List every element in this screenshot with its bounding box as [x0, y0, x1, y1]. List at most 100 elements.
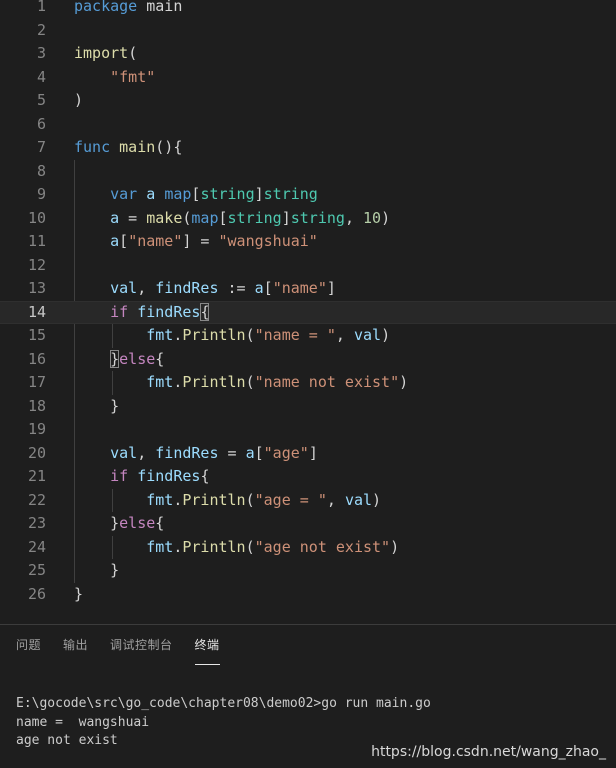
code-token: , — [137, 443, 156, 462]
code-line[interactable]: 22 fmt.Println("age = ", val) — [0, 489, 616, 513]
code-line[interactable]: 18 } — [0, 395, 616, 419]
code-token: fmt — [146, 537, 174, 556]
code-text[interactable]: package main — [74, 0, 182, 19]
code-text[interactable]: if findRes{ — [74, 465, 209, 489]
code-line[interactable]: 19 — [0, 418, 616, 442]
code-token: Println — [182, 537, 246, 556]
code-token: var — [110, 185, 138, 203]
code-text[interactable]: }else{ — [74, 348, 164, 372]
line-number: 8 — [36, 161, 46, 180]
code-token: findRes — [137, 302, 201, 321]
code-token: make — [146, 208, 183, 227]
code-token: ) — [372, 490, 382, 509]
code-text[interactable]: val, findRes = a["age"] — [74, 442, 318, 466]
code-token: } — [74, 396, 120, 415]
code-token: ] — [254, 185, 264, 203]
panel-tabs: 问题 输出 调试控制台 终端 — [16, 635, 220, 665]
code-token: (){ — [155, 138, 183, 156]
code-token: Println — [182, 490, 246, 509]
code-line[interactable]: 25 } — [0, 559, 616, 583]
code-text[interactable]: ) — [74, 89, 83, 113]
code-text[interactable]: }else{ — [74, 512, 164, 536]
tab-problems[interactable]: 问题 — [16, 635, 41, 665]
code-line[interactable]: 11 a["name"] = "wangshuai" — [0, 230, 616, 254]
code-token: a — [146, 185, 156, 203]
code-text[interactable]: fmt.Println("age = ", val) — [74, 489, 381, 513]
code-text[interactable]: var a map[string]string — [74, 183, 318, 207]
code-line[interactable]: 21 if findRes{ — [0, 465, 616, 489]
line-number: 18 — [27, 396, 46, 415]
code-line[interactable]: 3 import( — [0, 42, 616, 66]
code-line[interactable]: 14 if findRes{ — [0, 300, 616, 325]
code-text[interactable]: func main(){ — [74, 136, 182, 160]
code-token: package — [74, 0, 138, 15]
code-token: { — [155, 514, 165, 532]
code-token: a — [254, 279, 264, 297]
code-line[interactable]: 24 fmt.Println("age not exist") — [0, 536, 616, 560]
code-token: string — [200, 185, 255, 203]
code-text[interactable]: } — [74, 559, 119, 583]
code-text[interactable]: fmt.Println("name not exist") — [74, 371, 408, 395]
code-token: "name" — [272, 279, 327, 297]
code-line[interactable]: 23 }else{ — [0, 512, 616, 536]
code-line[interactable]: 10 a = make(map[string]string, 10) — [0, 207, 616, 231]
line-number: 24 — [27, 537, 46, 556]
code-token: "fmt" — [110, 67, 156, 86]
line-number: 3 — [36, 44, 46, 62]
tab-terminal[interactable]: 终端 — [194, 635, 220, 665]
code-line[interactable]: 7 func main(){ — [0, 136, 616, 160]
code-token: a — [245, 443, 255, 462]
code-token: "age not exist" — [254, 537, 391, 556]
code-text[interactable]: } — [74, 395, 119, 419]
code-token: , — [335, 326, 354, 344]
code-line[interactable]: 26} — [0, 583, 616, 607]
code-token: Println — [182, 373, 246, 391]
tab-output[interactable]: 输出 — [63, 635, 88, 665]
code-text[interactable]: fmt.Println("name = ", val) — [74, 324, 390, 348]
code-token: val — [110, 443, 138, 462]
line-number: 10 — [27, 208, 46, 227]
terminal-line: age not exist — [16, 733, 118, 748]
line-number: 25 — [27, 561, 46, 579]
line-number: 7 — [36, 138, 46, 156]
code-line[interactable]: 8 — [0, 160, 616, 184]
code-token: map — [164, 185, 192, 203]
code-text[interactable]: import( — [74, 42, 137, 66]
code-token: , — [344, 208, 363, 227]
code-token: fmt — [146, 326, 174, 344]
code-line[interactable]: 9 var a map[string]string — [0, 183, 616, 207]
code-token: main — [119, 138, 156, 156]
code-line[interactable]: 5) — [0, 89, 616, 113]
code-text[interactable]: a = make(map[string]string, 10) — [74, 207, 390, 231]
code-text[interactable]: } — [74, 583, 83, 607]
tab-debug-console[interactable]: 调试控制台 — [110, 635, 173, 665]
code-line[interactable]: 17 fmt.Println("name not exist") — [0, 371, 616, 395]
code-line[interactable]: 13 val, findRes := a["name"] — [0, 277, 616, 301]
code-line[interactable]: 15 fmt.Println("name = ", val) — [0, 324, 616, 348]
code-line[interactable]: 16 }else{ — [0, 348, 616, 372]
code-line[interactable]: 12 — [0, 254, 616, 278]
code-text[interactable]: val, findRes := a["name"] — [74, 277, 336, 301]
code-line[interactable]: 20 val, findRes = a["age"] — [0, 442, 616, 466]
line-number: 22 — [27, 490, 46, 509]
code-text[interactable]: fmt.Println("age not exist") — [74, 536, 399, 560]
code-editor[interactable]: 1 package main 2 3 import(4 "fmt" 5) 6 7 func ma… — [0, 0, 616, 624]
code-line[interactable]: 4 "fmt" — [0, 66, 616, 90]
code-token: a — [110, 208, 120, 227]
code-line[interactable]: 1 package main — [0, 0, 616, 19]
code-text[interactable]: if findRes{ — [74, 301, 210, 325]
code-line[interactable]: 2 — [0, 19, 616, 43]
code-token: ( — [245, 537, 255, 556]
code-token: } — [74, 584, 84, 603]
terminal-output[interactable]: E:\gocode\src\go_code\chapter08\demo02>g… — [16, 695, 431, 751]
code-text[interactable]: a["name"] = "wangshuai" — [74, 230, 318, 254]
code-token: } — [74, 561, 120, 579]
code-line[interactable]: 6 — [0, 113, 616, 137]
code-text[interactable]: "fmt" — [74, 66, 155, 90]
